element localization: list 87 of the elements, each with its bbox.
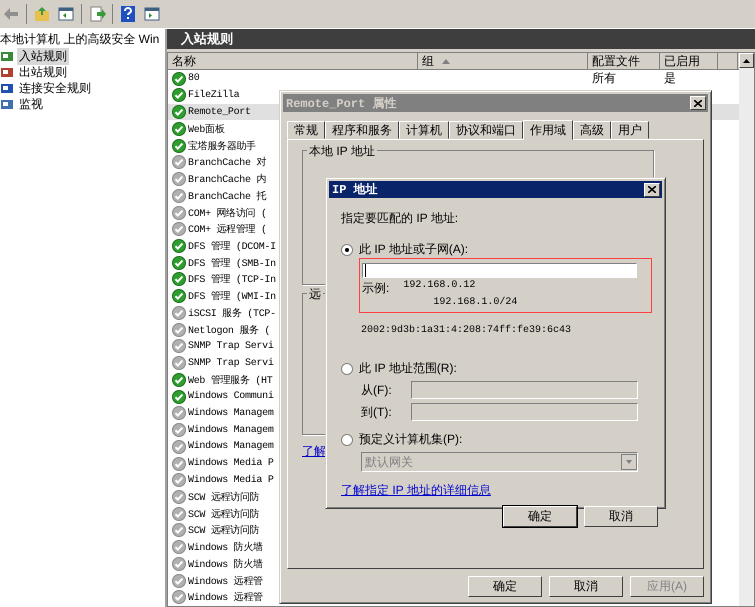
radio-button[interactable] — [341, 362, 353, 374]
radio-button[interactable] — [341, 434, 353, 446]
rule-name[interactable]: BranchCache 内 — [188, 172, 266, 186]
rule-name[interactable]: SCW 远程访问防 — [188, 523, 260, 538]
prompt-text: 指定要匹配的 IP 地址: — [341, 210, 460, 227]
help-icon[interactable] — [119, 5, 137, 23]
radio-button[interactable] — [341, 244, 353, 256]
window-title: Remote_Port 属性 — [286, 96, 396, 112]
tab[interactable]: 作用域 — [523, 120, 573, 140]
panel-icon[interactable] — [57, 5, 75, 23]
column-header[interactable]: 组 — [418, 53, 588, 69]
dialog-button[interactable]: 取消 — [584, 506, 658, 527]
rule-name[interactable]: DFS 管理 (WMI-In — [188, 289, 276, 304]
table-cell-text: 所有 — [591, 70, 617, 87]
rule-name[interactable]: Windows Communi — [188, 391, 274, 402]
rule-name[interactable]: Windows Media P — [188, 474, 274, 486]
tab[interactable]: 程序和服务 — [325, 121, 399, 139]
close-icon — [694, 100, 702, 106]
dialog-button[interactable]: 取消 — [549, 576, 623, 597]
rule-name[interactable]: Windows 防火墙 — [188, 556, 263, 571]
tree-root[interactable]: 本地计算机 上的高级安全 Win — [0, 31, 165, 48]
rule-name[interactable]: DFS 管理 (TCP-In — [188, 272, 276, 286]
to-input[interactable] — [411, 403, 638, 421]
rule-name[interactable]: 宝塔服务器助手 — [188, 138, 256, 153]
help-link[interactable]: 了解 — [302, 444, 326, 458]
window-title: IP 地址 — [332, 182, 378, 198]
rule-name[interactable]: FileZilla — [188, 90, 240, 101]
option-label: 此 IP 地址或子网(A): — [359, 241, 468, 258]
dialog-button[interactable]: 确定 — [468, 576, 542, 597]
column-header[interactable]: 已启用 — [660, 53, 718, 69]
tab[interactable]: 计算机 — [399, 121, 449, 139]
tab[interactable]: 高级 — [573, 121, 611, 139]
rule-name[interactable]: Windows 防火墙 — [188, 540, 263, 554]
rule-name[interactable]: BranchCache 对 — [188, 155, 266, 170]
rule-name[interactable]: Windows Managem — [188, 408, 274, 419]
rule-name[interactable]: BranchCache 托 — [188, 188, 266, 203]
column-header[interactable]: 配置文件 — [588, 53, 660, 69]
sort-arrow-icon — [442, 58, 450, 64]
rule-name[interactable]: COM+ 网络访问 ( — [188, 206, 267, 220]
column-header[interactable]: 名称 — [168, 53, 418, 69]
rule-name[interactable]: DFS 管理 (DCOM-I — [188, 238, 276, 253]
tree-item[interactable]: 出站规则 — [17, 64, 69, 80]
rule-name[interactable]: DFS 管理 (SMB-In — [188, 256, 276, 270]
option-label: 预定义计算机集(P): — [359, 431, 462, 448]
example-address: 192.168.0.12 — [403, 280, 476, 293]
rule-name[interactable]: iSCSI 服务 (TCP- — [188, 306, 276, 320]
rule-name[interactable]: COM+ 远程管理 ( — [188, 222, 267, 236]
rule-name[interactable]: Windows 远程管 — [188, 574, 263, 588]
dialog-button[interactable]: 确定 — [503, 506, 577, 527]
scrollbar[interactable] — [739, 53, 754, 606]
rule-name[interactable]: 80 — [188, 73, 200, 84]
close-button[interactable] — [644, 182, 660, 196]
rule-name[interactable]: SNMP Trap Servi — [188, 358, 274, 369]
from-input[interactable] — [411, 381, 638, 399]
rule-name[interactable]: Web 管理服务 (HT — [188, 372, 272, 387]
tab[interactable]: 协议和端口 — [449, 121, 523, 139]
field-label: 从(F): — [361, 382, 393, 398]
scroll-up-icon[interactable] — [743, 58, 750, 62]
rule-name[interactable]: Web面板 — [188, 122, 225, 136]
rule-name[interactable]: Windows Managem — [188, 441, 274, 452]
rule-name[interactable]: SCW 远程访问防 — [188, 490, 260, 504]
folder-up-icon[interactable] — [33, 5, 51, 23]
rule-name[interactable]: Netlogon 服务 ( — [188, 322, 270, 337]
rule-name[interactable]: SCW 远程访问防 — [188, 506, 260, 521]
table-cell-text: 是 — [663, 70, 677, 87]
close-icon — [648, 186, 656, 193]
option-label: 此 IP 地址范围(R): — [359, 360, 457, 377]
field-label: 到(T): — [361, 404, 393, 420]
example-label: 示例: — [362, 280, 390, 297]
example-address: 192.168.1.0/24 — [432, 297, 518, 308]
tree-item[interactable]: 连接安全规则 — [17, 80, 93, 96]
tab[interactable]: 用户 — [611, 121, 649, 139]
close-button[interactable] — [690, 96, 706, 110]
rule-name[interactable]: Remote_Port — [188, 106, 251, 118]
tab[interactable]: 常规 — [287, 121, 325, 139]
rule-name[interactable]: SNMP Trap Servi — [188, 340, 274, 352]
rule-name[interactable]: Windows Media P — [188, 458, 274, 470]
ip-input[interactable] — [362, 263, 637, 278]
panel-icon[interactable] — [143, 5, 161, 23]
rule-name[interactable]: Windows Managem — [188, 424, 274, 436]
pane-header: 入站规则 — [167, 29, 755, 49]
ipv6-address: 2002:9d3b:1a31:4:208:74ff:fe39:6c43 — [361, 325, 572, 336]
tree-item[interactable]: 入站规则 — [17, 48, 69, 64]
rule-name[interactable]: Windows 远程管 — [188, 590, 263, 604]
tree-item[interactable]: 监视 — [17, 96, 45, 112]
export-icon[interactable] — [88, 5, 106, 23]
help-link[interactable]: 了解指定 IP 地址的详细信息 — [341, 483, 491, 497]
